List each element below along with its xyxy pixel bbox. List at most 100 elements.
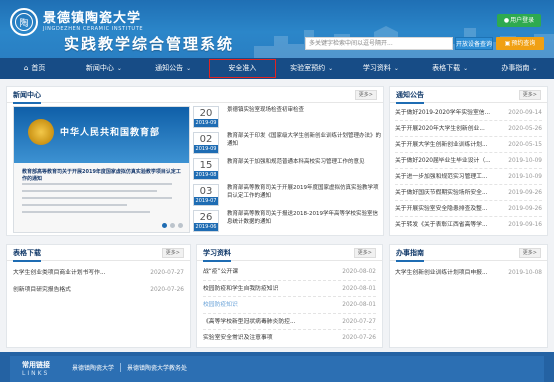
nav-item-guide[interactable]: 办事指南 ⌄ xyxy=(485,58,554,79)
search-input[interactable]: 多关键字检索中间以逗号隔开... xyxy=(305,37,453,50)
news-item[interactable]: 15 2019-08 教育部关于加强和规范普通本科高校实习管理工作的意见 xyxy=(193,156,385,182)
news-date: 02 2019-09 xyxy=(193,132,219,154)
list-item[interactable]: 关于做好2020届毕业生毕业设计（... 2019-10-09 xyxy=(395,153,542,169)
slide-document-lines xyxy=(22,183,172,218)
news-date-month: 2019-09 xyxy=(194,145,218,153)
material-date: 2020-08-01 xyxy=(342,285,376,292)
materials-more-button[interactable]: 更多> xyxy=(353,248,376,258)
list-item[interactable]: 校园防疫和学生自我防疫知识 2020-08-01 xyxy=(203,281,376,298)
logo-chinese-name: 景德镇陶瓷大学 xyxy=(43,10,142,26)
news-date-month: 2019-09 xyxy=(194,119,218,127)
guide-title[interactable]: 大学生创新创业训练计划项目申报... xyxy=(395,265,503,281)
equipment-search-button[interactable]: 开放设备查询 xyxy=(455,37,493,50)
list-item[interactable]: 关于开展2020年大学生创新创业... 2020-05-26 xyxy=(395,121,542,137)
university-logo[interactable]: 陶 景德镇陶瓷大学 JINGDEZHEN CERAMIC INSTITUTE xyxy=(10,8,143,36)
material-title[interactable]: 校园防疫和学生自我防疫知识 xyxy=(203,281,321,298)
notice-title[interactable]: 关于开展大学生创新创业训练计划... xyxy=(395,137,503,153)
news-date-month: 2019-07 xyxy=(194,197,218,205)
news-item[interactable]: 20 2019-09 景德镇实验室现场检查初审检查 xyxy=(193,104,385,130)
news-item[interactable]: 02 2019-09 教育部关于印发《国家级大学生创新创业训练计划管理办法》的通… xyxy=(193,130,385,156)
notice-date: 2019-09-26 xyxy=(508,190,542,196)
list-item[interactable]: 关于开展实验室安全隐患排查及整... 2019-09-26 xyxy=(395,201,542,217)
list-item[interactable]: 关于转发《关于表彰江西省高等学... 2019-09-16 xyxy=(395,217,542,233)
footer-link[interactable]: 景德镇陶瓷大学 xyxy=(66,363,120,372)
news-title[interactable]: 景德镇实验室现场检查初审检查 xyxy=(227,106,383,114)
news-title[interactable]: 教育部高等教育司关于开展2019年度国家虚拟仿真实验教学项目认定工作的通知 xyxy=(227,184,383,200)
notices-more-button[interactable]: 更多> xyxy=(518,90,541,100)
footer-link[interactable]: 景德镇陶瓷大学教务处 xyxy=(120,363,193,372)
list-item[interactable]: 创新项目研究报告格式 2020-07-26 xyxy=(13,282,184,299)
slide-dot[interactable] xyxy=(170,223,175,228)
nav-item-home[interactable]: ⌂ 首页 xyxy=(0,58,69,79)
material-title[interactable]: 《高等学校新型冠状病毒肺炎防控... xyxy=(203,314,321,331)
notice-title[interactable]: 关于开展实验室安全隐患排查及整... xyxy=(395,201,503,217)
news-date: 03 2019-07 xyxy=(193,184,219,206)
chevron-down-icon: ⌄ xyxy=(463,65,469,72)
nav-item-label: 实验室预约 xyxy=(290,64,326,72)
nav-item-forms[interactable]: 表格下载 ⌄ xyxy=(416,58,485,79)
news-title[interactable]: 教育部高等教育司关于报送2018-2019学年高等学校实验室信息统计数据的通知 xyxy=(227,210,383,226)
notice-title[interactable]: 关于进一步加强和规范实习管理工... xyxy=(395,169,503,185)
reservation-query-button[interactable]: ▣预约查询 xyxy=(496,37,544,50)
list-item[interactable]: 大学生创新创业训练计划项目申报... 2019-10-08 xyxy=(395,265,542,281)
guide-list: 大学生创新创业训练计划项目申报... 2019-10-08 xyxy=(395,265,542,281)
material-title[interactable]: 实验室安全常识及注意事项 xyxy=(203,330,321,347)
forms-more-button[interactable]: 更多> xyxy=(161,248,184,258)
notice-title[interactable]: 关于做好2019-2020学年实验室信... xyxy=(395,105,503,121)
list-item[interactable]: 校园防疫知识 2020-08-01 xyxy=(203,297,376,314)
list-item[interactable]: 《高等学校新型冠状病毒肺炎防控... 2020-07-27 xyxy=(203,314,376,331)
form-title[interactable]: 创新项目研究报告格式 xyxy=(13,282,133,299)
notice-title[interactable]: 关于转发《关于表彰江西省高等学... xyxy=(395,217,503,233)
material-title[interactable]: 校园防疫知识 xyxy=(203,297,321,314)
list-item[interactable]: 关于做好国庆节假期实验场所安全... 2019-09-26 xyxy=(395,185,542,201)
nav-item-safety-access[interactable]: 安全准入 xyxy=(208,58,277,79)
nav-item-label: 新闻中心 xyxy=(85,64,114,72)
news-title[interactable]: 教育部关于印发《国家级大学生创新创业训练计划管理办法》的通知 xyxy=(227,132,383,148)
notice-title[interactable]: 关于做好国庆节假期实验场所安全... xyxy=(395,185,503,201)
login-button[interactable]: ●用户登录 xyxy=(497,14,541,27)
nav-item-notices[interactable]: 通知公告 ⌄ xyxy=(139,58,208,79)
news-more-button[interactable]: 更多> xyxy=(354,90,377,100)
nav-item-materials[interactable]: 学习资料 ⌄ xyxy=(346,58,415,79)
news-date-day: 20 xyxy=(199,108,213,119)
notice-date: 2019-10-09 xyxy=(508,174,542,180)
reservation-query-label: 预约查询 xyxy=(511,40,536,47)
slide-document: 教育部高等教育司关于开展2019年度国家虚拟仿真实验教学项目认定工作的通知 xyxy=(14,163,189,232)
notice-title[interactable]: 关于开展2020年大学生创新创业... xyxy=(395,121,503,137)
list-item[interactable]: 关于进一步加强和规范实习管理工... 2019-10-09 xyxy=(395,169,542,185)
notice-date: 2020-09-14 xyxy=(508,110,542,116)
nav-item-lab-reservation[interactable]: 实验室预约 ⌄ xyxy=(277,58,346,79)
slide-document-title: 教育部高等教育司关于开展2019年度国家虚拟仿真实验教学项目认定工作的通知 xyxy=(22,169,181,182)
news-panel-title: 新闻中心 xyxy=(13,91,41,104)
chevron-down-icon: ⌄ xyxy=(186,65,192,72)
news-item[interactable]: 26 2019-06 教育部高等教育司关于报送2018-2019学年高等学校实验… xyxy=(193,208,385,234)
national-emblem-icon xyxy=(28,119,54,145)
news-date: 26 2019-06 xyxy=(193,210,219,232)
slide-banner: 中华人民共和国教育部 xyxy=(14,107,189,163)
material-date: 2020-08-01 xyxy=(342,302,376,308)
chevron-down-icon: ⌄ xyxy=(393,65,399,72)
list-item[interactable]: 战“疫”公开课 2020-08-02 xyxy=(203,264,376,281)
news-title[interactable]: 教育部关于加强和规范普通本科高校实习管理工作的意见 xyxy=(227,158,383,166)
page: 陶 景德镇陶瓷大学 JINGDEZHEN CERAMIC INSTITUTE 实… xyxy=(0,0,554,382)
list-item[interactable]: 关于开展大学生创新创业训练计划... 2020-05-15 xyxy=(395,137,542,153)
materials-panel-header: 学习资料 更多> xyxy=(197,245,382,262)
news-slider[interactable]: 中华人民共和国教育部 教育部高等教育司关于开展2019年度国家虚拟仿真实验教学项… xyxy=(13,106,190,233)
list-item[interactable]: 关于做好2019-2020学年实验室信... 2020-09-14 xyxy=(395,105,542,121)
footer: 常用链接 LINKS 景德镇陶瓷大学 景德镇陶瓷大学教务处 xyxy=(0,352,554,382)
list-item[interactable]: 大学生创业类项目商业计划书写作... 2020-07-27 xyxy=(13,265,184,282)
news-date-day: 02 xyxy=(199,134,213,145)
slide-dot[interactable] xyxy=(162,223,167,228)
slide-dot[interactable] xyxy=(178,223,183,228)
news-list: 20 2019-09 景德镇实验室现场检查初审检查 02 2019-09 教育部… xyxy=(193,104,385,234)
guide-date: 2019-10-08 xyxy=(508,270,542,276)
notice-title[interactable]: 关于做好2020届毕业生毕业设计（... xyxy=(395,153,503,169)
material-title[interactable]: 战“疫”公开课 xyxy=(203,264,321,281)
guide-more-button[interactable]: 更多> xyxy=(518,248,541,258)
nav-item-news[interactable]: 新闻中心 ⌄ xyxy=(69,58,138,79)
list-item[interactable]: 实验室安全常识及注意事项 2020-07-26 xyxy=(203,330,376,347)
form-title[interactable]: 大学生创业类项目商业计划书写作... xyxy=(13,265,133,282)
logo-seal-icon: 陶 xyxy=(10,8,38,36)
logo-text: 景德镇陶瓷大学 JINGDEZHEN CERAMIC INSTITUTE xyxy=(43,10,143,33)
news-item[interactable]: 03 2019-07 教育部高等教育司关于开展2019年度国家虚拟仿真实验教学项… xyxy=(193,182,385,208)
